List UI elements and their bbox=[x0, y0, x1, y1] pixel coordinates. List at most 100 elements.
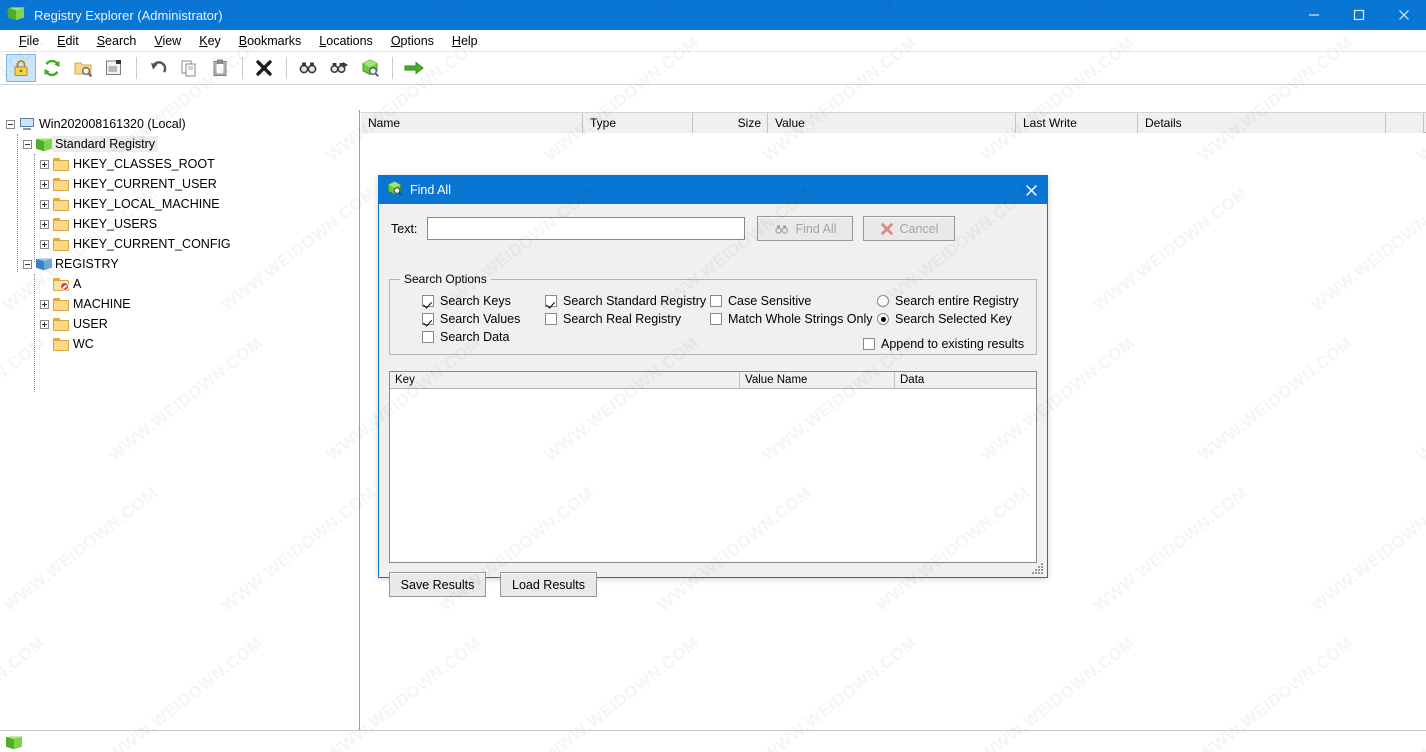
load-results-button[interactable]: Load Results bbox=[500, 572, 597, 597]
find-results-body[interactable] bbox=[390, 389, 1036, 562]
lock-icon[interactable] bbox=[6, 54, 36, 82]
menu-item-help[interactable]: Help bbox=[443, 32, 487, 50]
checkbox-search-data-box[interactable] bbox=[422, 331, 434, 343]
checkbox-search-real-registry[interactable]: Search Real Registry bbox=[545, 312, 681, 326]
tree-expander-hkey-current-user[interactable] bbox=[40, 179, 49, 189]
dialog-resize-grip[interactable] bbox=[1031, 561, 1045, 575]
tree-node-user[interactable]: USER bbox=[0, 314, 359, 334]
tree-node-hkey-local-machine[interactable]: HKEY_LOCAL_MACHINE bbox=[0, 194, 359, 214]
paste-icon[interactable] bbox=[205, 54, 235, 82]
tree-node-hkey-users[interactable]: HKEY_USERS bbox=[0, 214, 359, 234]
refresh-icon[interactable] bbox=[37, 54, 67, 82]
tree-expander-hkey-local-machine[interactable] bbox=[40, 199, 49, 209]
find-all-dialog-close-button[interactable] bbox=[1015, 176, 1047, 204]
checkbox-append-to-existing-results-box[interactable] bbox=[863, 338, 875, 350]
checkbox-append-to-existing-results[interactable]: Append to existing results bbox=[863, 337, 1024, 351]
find-all-button[interactable]: Find All bbox=[757, 216, 853, 241]
maximize-button[interactable] bbox=[1336, 0, 1381, 30]
close-button[interactable] bbox=[1381, 0, 1426, 30]
folder-icon bbox=[53, 297, 69, 311]
checkbox-search-values-box[interactable] bbox=[422, 313, 434, 325]
checkbox-search-real-registry-box[interactable] bbox=[545, 313, 557, 325]
tree-expander-standard-registry[interactable] bbox=[23, 139, 32, 149]
menu-item-locations[interactable]: Locations bbox=[310, 32, 382, 50]
find-all-dialog: Find All Text: Find All Cancel Search Op… bbox=[378, 175, 1048, 597]
undo-icon[interactable] bbox=[143, 54, 173, 82]
find-text-input[interactable] bbox=[427, 217, 745, 240]
tree-node-computer[interactable]: Win202008161320 (Local) bbox=[0, 114, 359, 134]
tree-node-a[interactable]: A bbox=[0, 274, 359, 294]
radio-search-entire-registry-label: Search entire Registry bbox=[895, 294, 1019, 308]
radio-search-selected-key-box[interactable] bbox=[877, 313, 889, 325]
minimize-button[interactable] bbox=[1291, 0, 1336, 30]
menu-accel-search: S bbox=[96, 33, 106, 48]
find-icon[interactable] bbox=[293, 54, 323, 82]
go-to-icon[interactable] bbox=[399, 54, 429, 82]
results-column-header-key[interactable]: Key bbox=[390, 372, 740, 388]
copy-icon[interactable] bbox=[174, 54, 204, 82]
menu-accel-file: F bbox=[19, 33, 27, 48]
tree-expander-hkey-current-config[interactable] bbox=[40, 239, 49, 249]
menu-rest-key: ey bbox=[207, 33, 221, 48]
find-results-list[interactable]: Key Value Name Data bbox=[389, 371, 1037, 563]
tree-expander-registry[interactable] bbox=[23, 259, 32, 269]
tree-pane-header-gap bbox=[0, 85, 360, 110]
column-header-extra[interactable] bbox=[1386, 113, 1424, 133]
menu-item-edit[interactable]: Edit bbox=[48, 32, 88, 50]
export-report-icon[interactable] bbox=[99, 54, 129, 82]
green-cube-icon bbox=[35, 137, 53, 152]
toolbar-separator-4 bbox=[392, 57, 393, 79]
checkbox-case-sensitive-box[interactable] bbox=[710, 295, 722, 307]
menu-item-view[interactable]: View bbox=[145, 32, 190, 50]
tree-node-hkey-current-user[interactable]: HKEY_CURRENT_USER bbox=[0, 174, 359, 194]
tree-expander-computer[interactable] bbox=[6, 119, 15, 129]
menu-item-search[interactable]: Search bbox=[88, 32, 146, 50]
tree-node-hkey-classes-root[interactable]: HKEY_CLASSES_ROOT bbox=[0, 154, 359, 174]
checkbox-match-whole-strings-only[interactable]: Match Whole Strings Only bbox=[710, 312, 873, 326]
tree-expander-hkey-classes-root[interactable] bbox=[40, 159, 49, 169]
folder-blocked-icon bbox=[53, 277, 69, 291]
registry-tree-pane[interactable]: Win202008161320 (Local) Standard Registr… bbox=[0, 110, 360, 730]
folder-icon bbox=[53, 177, 69, 191]
checkbox-search-keys[interactable]: Search Keys bbox=[422, 294, 511, 308]
radio-search-selected-key[interactable]: Search Selected Key bbox=[877, 312, 1012, 326]
column-header-details[interactable]: Details bbox=[1138, 113, 1386, 133]
checkbox-append-to-existing-results-label: Append to existing results bbox=[881, 337, 1025, 351]
find-next-icon[interactable] bbox=[324, 54, 354, 82]
menu-item-key[interactable]: Key bbox=[190, 32, 230, 50]
tree-expander-machine[interactable] bbox=[40, 299, 49, 309]
toolbar-separator-3 bbox=[286, 57, 287, 79]
find-all-icon[interactable] bbox=[355, 54, 385, 82]
tree-node-registry[interactable]: REGISTRY bbox=[0, 254, 359, 274]
checkbox-search-data[interactable]: Search Data bbox=[422, 330, 509, 344]
delete-icon[interactable] bbox=[249, 54, 279, 82]
checkbox-search-standard-registry[interactable]: Search Standard Registry bbox=[545, 294, 706, 308]
checkbox-search-keys-box[interactable] bbox=[422, 295, 434, 307]
results-column-header-value-name[interactable]: Value Name bbox=[740, 372, 895, 388]
column-header-size[interactable]: Size bbox=[693, 113, 768, 133]
column-header-value[interactable]: Value bbox=[768, 113, 1016, 133]
radio-search-entire-registry-box[interactable] bbox=[877, 295, 889, 307]
tree-expander-user[interactable] bbox=[40, 319, 49, 329]
checkbox-match-whole-strings-only-box[interactable] bbox=[710, 313, 722, 325]
column-header-name[interactable]: Name bbox=[361, 113, 583, 133]
radio-search-entire-registry[interactable]: Search entire Registry bbox=[877, 294, 1019, 308]
results-column-header-data[interactable]: Data bbox=[895, 372, 1036, 388]
green-cube-icon bbox=[5, 735, 23, 749]
open-folder-search-icon[interactable] bbox=[68, 54, 98, 82]
column-header-type[interactable]: Type bbox=[583, 113, 693, 133]
checkbox-case-sensitive[interactable]: Case Sensitive bbox=[710, 294, 811, 308]
tree-node-standard-registry[interactable]: Standard Registry bbox=[0, 134, 359, 154]
tree-node-wc[interactable]: WC bbox=[0, 334, 359, 354]
cancel-button[interactable]: Cancel bbox=[863, 216, 955, 241]
menu-item-bookmarks[interactable]: Bookmarks bbox=[230, 32, 311, 50]
tree-node-machine[interactable]: MACHINE bbox=[0, 294, 359, 314]
menu-item-options[interactable]: Options bbox=[382, 32, 443, 50]
save-results-button[interactable]: Save Results bbox=[389, 572, 486, 597]
checkbox-search-values[interactable]: Search Values bbox=[422, 312, 520, 326]
menu-item-file[interactable]: File bbox=[10, 32, 48, 50]
tree-node-hkey-current-config[interactable]: HKEY_CURRENT_CONFIG bbox=[0, 234, 359, 254]
column-header-last-write[interactable]: Last Write bbox=[1016, 113, 1138, 133]
tree-expander-hkey-users[interactable] bbox=[40, 219, 49, 229]
checkbox-search-standard-registry-box[interactable] bbox=[545, 295, 557, 307]
